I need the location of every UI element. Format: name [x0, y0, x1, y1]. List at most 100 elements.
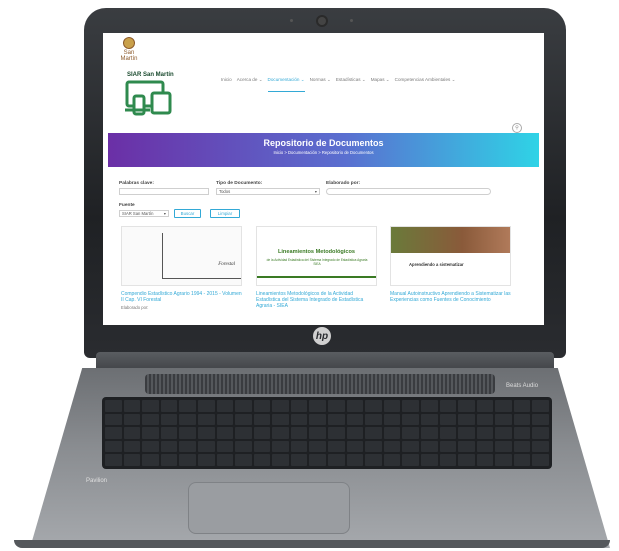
brand-title[interactable]: SIAR San Martín [127, 72, 174, 78]
webcam [318, 17, 326, 25]
author-input[interactable] [326, 188, 491, 195]
keyboard-key [235, 400, 252, 412]
document-title[interactable]: Manual Autoinstructivo Aprendiendo a Sis… [390, 291, 512, 303]
keyboard-key [383, 427, 401, 439]
nav-item-estadisticas[interactable]: Estadísticas ⌄ [336, 77, 366, 92]
cover-stripe [257, 276, 376, 278]
keyboard-key [272, 454, 289, 466]
document-author: Elaborado por: [121, 305, 149, 310]
page-title: Repositorio de Documentos [263, 138, 384, 148]
keyboard-key [272, 427, 289, 439]
keyboard-key [142, 413, 159, 426]
keyboard-key [235, 413, 252, 426]
keyboard-key [272, 400, 289, 412]
keyboard-key [346, 413, 364, 426]
keyboard-key [105, 440, 122, 453]
keyboard-key [532, 440, 549, 453]
keyboard-key [253, 400, 271, 412]
nav-item-inicio[interactable]: Inicio [221, 77, 232, 92]
keyboard-key [328, 454, 345, 466]
keyboard-key [253, 427, 271, 439]
keyboard-key [235, 440, 252, 453]
base-edge [14, 540, 610, 548]
document-card[interactable]: Lineamientos Metodológicos de la Activid… [256, 226, 377, 286]
keyboard-key [476, 440, 494, 453]
keyboard-key [179, 413, 196, 426]
keyboard-key [105, 413, 122, 426]
keyboard-key [197, 413, 215, 426]
keyboard-key [495, 413, 512, 426]
keyboard-key [235, 427, 252, 439]
keyboard-key [197, 400, 215, 412]
cover-graphic [162, 233, 241, 279]
nav-item-mapas[interactable]: Mapas ⌄ [371, 77, 390, 92]
nav-item-competencias[interactable]: Competencias Ambientales ⌄ [395, 77, 456, 92]
keyword-input[interactable] [119, 188, 209, 195]
keyboard-key [142, 427, 159, 439]
keyboard-key [160, 440, 178, 453]
keyboard-key [105, 454, 122, 466]
keyboard-key [402, 454, 419, 466]
source-select[interactable]: SIAR San Martín ▾ [119, 210, 169, 217]
cover-text: Aprendiendo a sistematizar [409, 262, 464, 267]
keyboard-key [383, 400, 401, 412]
keyboard-key [439, 413, 457, 426]
keyboard-key [439, 427, 457, 439]
keyboard-key [346, 400, 364, 412]
keyboard-key [346, 454, 364, 466]
keyboard-key [160, 454, 178, 466]
nav-item-documentacion[interactable]: Documentación ⌄ [267, 77, 305, 92]
keyboard-key [383, 454, 401, 466]
keyboard-key [309, 427, 326, 439]
keyboard-key [383, 440, 401, 453]
keyboard-key [309, 400, 326, 412]
keyboard-key [235, 454, 252, 466]
speaker-grille [145, 374, 495, 394]
mic-dot [350, 19, 353, 22]
document-title[interactable]: Compendio Estadístico Agrario 1994 - 201… [121, 291, 243, 303]
nav-item-acerca[interactable]: Acerca de ⌄ [237, 77, 263, 92]
keyboard-key [458, 440, 475, 453]
keyboard-key [420, 427, 438, 439]
search-icon[interactable]: ⚲ [512, 123, 522, 133]
type-select[interactable]: Todos ▾ [216, 188, 320, 195]
search-button[interactable]: Buscar [174, 209, 201, 218]
keyboard-key [290, 454, 308, 466]
keyboard-key [216, 427, 234, 439]
keyboard-key [105, 400, 122, 412]
keyboard-key [216, 454, 234, 466]
keyboard-key [197, 427, 215, 439]
cover-photo [391, 227, 510, 253]
document-card[interactable]: Forestal [121, 226, 242, 286]
keyboard-key [328, 427, 345, 439]
keyboard-key [458, 454, 475, 466]
keyboard-key [179, 427, 196, 439]
document-title[interactable]: Lineamientos Metodológicos de la Activid… [256, 291, 378, 309]
keyboard-key [476, 413, 494, 426]
document-card[interactable]: Aprendiendo a sistematizar [390, 226, 511, 286]
keyboard-key [105, 427, 122, 439]
emblem-icon [123, 37, 135, 49]
keyboard-key [290, 440, 308, 453]
keyboard-key [253, 440, 271, 453]
clear-button[interactable]: Limpiar [210, 209, 240, 218]
keyboard-key [123, 454, 141, 466]
keyboard-key [439, 400, 457, 412]
keyboard-key [458, 413, 475, 426]
devices-icon [125, 80, 172, 116]
keyboard-key [160, 413, 178, 426]
keyboard-key [328, 413, 345, 426]
keyboard-key [420, 413, 438, 426]
type-select-value: Todos [219, 189, 231, 194]
nav-item-normas[interactable]: Normas ⌄ [310, 77, 331, 92]
keyword-label: Palabras clave: [119, 181, 154, 186]
keyboard-key [420, 454, 438, 466]
site-logo[interactable]: San Martín [115, 37, 143, 62]
screen: San Martín SIAR San Martín Inicio Acerca… [103, 33, 544, 325]
source-label: Fuente [119, 203, 135, 208]
keyboard-key [160, 427, 178, 439]
keyboard-key [420, 440, 438, 453]
keyboard-key [495, 427, 512, 439]
main-nav: Inicio Acerca de ⌄ Documentación ⌄ Norma… [221, 77, 455, 92]
keyboard-key [476, 454, 494, 466]
